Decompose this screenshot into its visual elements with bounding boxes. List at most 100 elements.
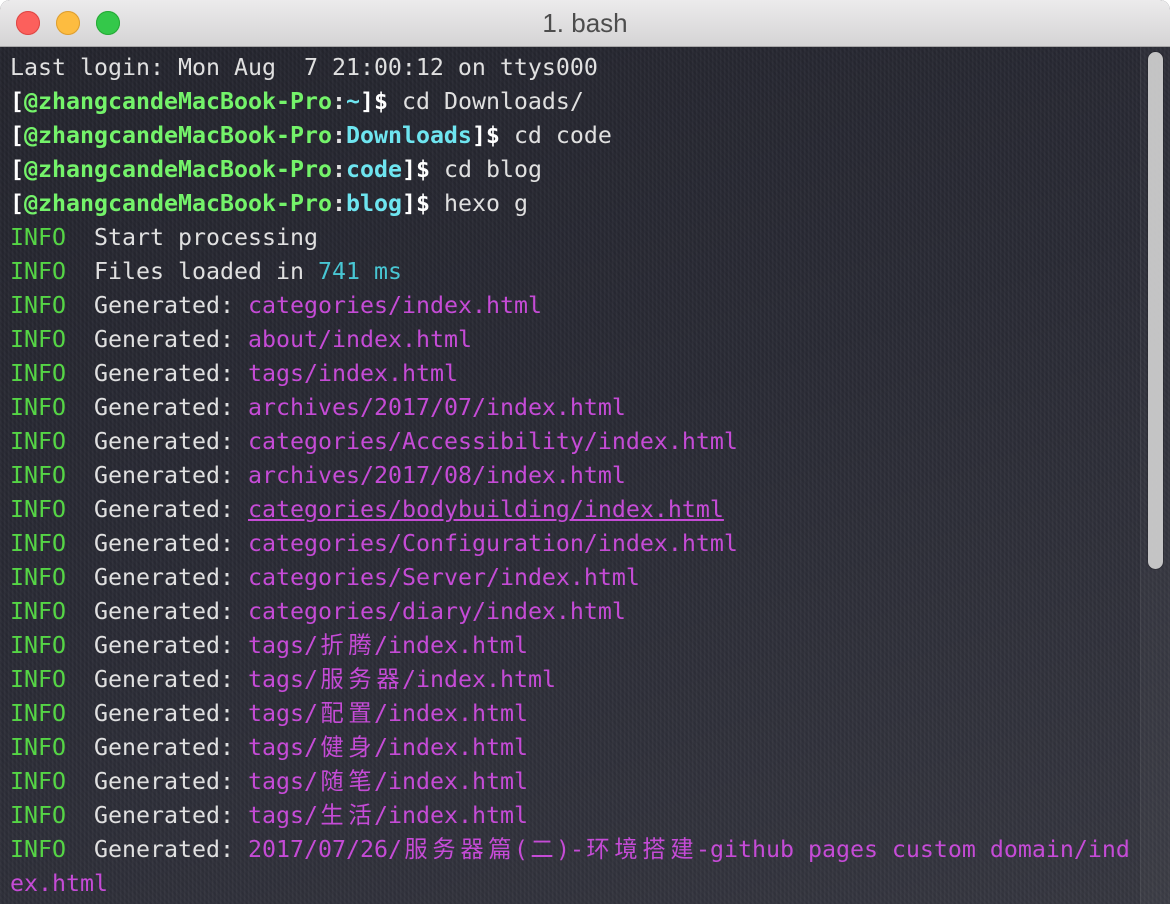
log-level-label: INFO (10, 700, 66, 727)
log-level-label: INFO (10, 292, 66, 319)
log-message: Generated: (94, 802, 234, 829)
prompt-close: ]$ (401, 156, 430, 183)
prompt-separator: : (331, 156, 346, 183)
prompt-cwd: ~ (345, 88, 360, 115)
log-line: INFO Files loaded in 741 ms (10, 255, 1135, 289)
prompt-cwd: code (345, 156, 402, 183)
prompt-close: ]$ (359, 88, 388, 115)
log-message: Generated: (94, 564, 234, 591)
wide-char: 服 (404, 836, 428, 863)
log-message: Generated: (94, 632, 234, 659)
scrollbar-track[interactable] (1140, 47, 1170, 904)
prompt-open-bracket: [ (10, 122, 24, 149)
command-text: cd blog (443, 156, 542, 183)
wide-char: 搭 (642, 836, 666, 863)
terminal-screen[interactable]: Last login: Mon Aug 7 21:00:12 on ttys00… (0, 47, 1170, 904)
log-line: INFO Generated: categories/diary/index.h… (10, 595, 1135, 629)
prompt-separator: : (331, 190, 346, 217)
wide-char: 二 (530, 836, 554, 863)
last-login-text: Last login: Mon Aug 7 21:00:12 on ttys00… (10, 54, 598, 81)
log-message: Generated: (94, 598, 234, 625)
log-message: Generated: (94, 700, 234, 727)
log-line: INFO Generated: tags/生活/index.html (10, 799, 1135, 833)
title-bar[interactable]: 1. bash (0, 0, 1170, 47)
zoom-icon[interactable] (96, 11, 120, 35)
wide-char: 生 (320, 802, 344, 829)
log-message: Generated: (94, 666, 234, 693)
wide-char: 环 (586, 836, 610, 863)
log-message: Generated: (94, 394, 234, 421)
log-line: INFO Start processing (10, 221, 1135, 255)
wide-char: 健 (320, 734, 344, 761)
log-level-label: INFO (10, 496, 66, 523)
generated-path: tags/服务器/index.html (248, 663, 556, 697)
generated-path: categories/Accessibility/index.html (247, 428, 738, 455)
login-banner: Last login: Mon Aug 7 21:00:12 on ttys00… (10, 51, 1135, 85)
terminal-output: Last login: Mon Aug 7 21:00:12 on ttys00… (10, 51, 1135, 901)
generated-path: categories/diary/index.html (247, 598, 626, 625)
minimize-icon[interactable] (56, 11, 80, 35)
log-level-label: INFO (10, 224, 66, 251)
log-message: Generated: (94, 496, 234, 523)
prompt-close: ]$ (471, 122, 500, 149)
log-message: Generated: (94, 360, 234, 387)
prompt-host: @zhangcandeMacBook-Pro (24, 88, 332, 115)
log-level-label: INFO (10, 666, 66, 693)
prompt-host: @zhangcandeMacBook-Pro (24, 190, 332, 217)
scrollbar-thumb[interactable] (1148, 52, 1163, 569)
generated-path-link[interactable]: categories/bodybuilding/index.html (248, 493, 724, 527)
prompt-open-bracket: [ (10, 88, 24, 115)
command-text: cd Downloads/ (401, 88, 584, 115)
generated-path-continuation: ex.html (10, 870, 108, 897)
log-level-label: INFO (10, 428, 66, 455)
log-level-label: INFO (10, 734, 66, 761)
log-line-wrapped: ex.html (10, 867, 1135, 901)
generated-path: categories/Configuration/index.html (247, 530, 738, 557)
log-message: Generated: (94, 326, 234, 353)
generated-path: tags/健身/index.html (248, 731, 528, 765)
log-message: Generated: (94, 530, 234, 557)
close-icon[interactable] (16, 11, 40, 35)
wide-char: 务 (432, 836, 456, 863)
prompt-line: [ @zhangcandeMacBook-Pro : blog ]$ hexo … (10, 187, 1135, 221)
log-line: INFO Generated: archives/2017/08/index.h… (10, 459, 1135, 493)
generated-path: tags/配置/index.html (248, 697, 528, 731)
wide-char: 服 (320, 666, 344, 693)
log-line: INFO Generated: tags/健身/index.html (10, 731, 1135, 765)
log-message: Generated: (94, 836, 234, 863)
prompt-cwd: blog (345, 190, 402, 217)
wide-char: 配 (320, 700, 344, 727)
wide-char: 务 (348, 666, 372, 693)
window-title: 1. bash (542, 8, 628, 38)
log-line: INFO Generated: categories/Accessibility… (10, 425, 1135, 459)
log-line: INFO Generated: tags/配置/index.html (10, 697, 1135, 731)
log-line: INFO Generated: categories/Server/index.… (10, 561, 1135, 595)
generated-path: categories/index.html (247, 292, 542, 319)
wide-char: 器 (460, 836, 484, 863)
wide-char: 腾 (348, 632, 372, 659)
prompt-host: @zhangcandeMacBook-Pro (24, 156, 332, 183)
log-line: INFO Generated: archives/2017/07/index.h… (10, 391, 1135, 425)
log-message: Generated: (94, 292, 234, 319)
log-level-label: INFO (10, 326, 66, 353)
prompt-cwd: Downloads (345, 122, 472, 149)
log-level-label: INFO (10, 598, 66, 625)
log-line: INFO Generated: tags/折腾/index.html (10, 629, 1135, 663)
generated-path: about/index.html (247, 326, 472, 353)
wide-char: 身 (348, 734, 372, 761)
prompt-open-bracket: [ (10, 190, 24, 217)
wide-char: 笔 (348, 768, 372, 795)
generated-path: archives/2017/07/index.html (247, 394, 626, 421)
prompt-line: [ @zhangcandeMacBook-Pro : code ]$ cd bl… (10, 153, 1135, 187)
prompt-line: [ @zhangcandeMacBook-Pro : Downloads ]$ … (10, 119, 1135, 153)
log-line: INFO Generated: tags/随笔/index.html (10, 765, 1135, 799)
log-message: Generated: (94, 734, 234, 761)
prompt-separator: : (331, 88, 346, 115)
wide-char: 折 (320, 632, 344, 659)
log-level-label: INFO (10, 632, 66, 659)
prompt-separator: : (331, 122, 346, 149)
log-line: INFO Generated: tags/index.html (10, 357, 1135, 391)
log-level-label: INFO (10, 768, 66, 795)
wide-char: 建 (670, 836, 694, 863)
log-line: INFO Generated: 2017/07/26/服务器篇(二)- 环境搭建 -… (10, 833, 1135, 867)
